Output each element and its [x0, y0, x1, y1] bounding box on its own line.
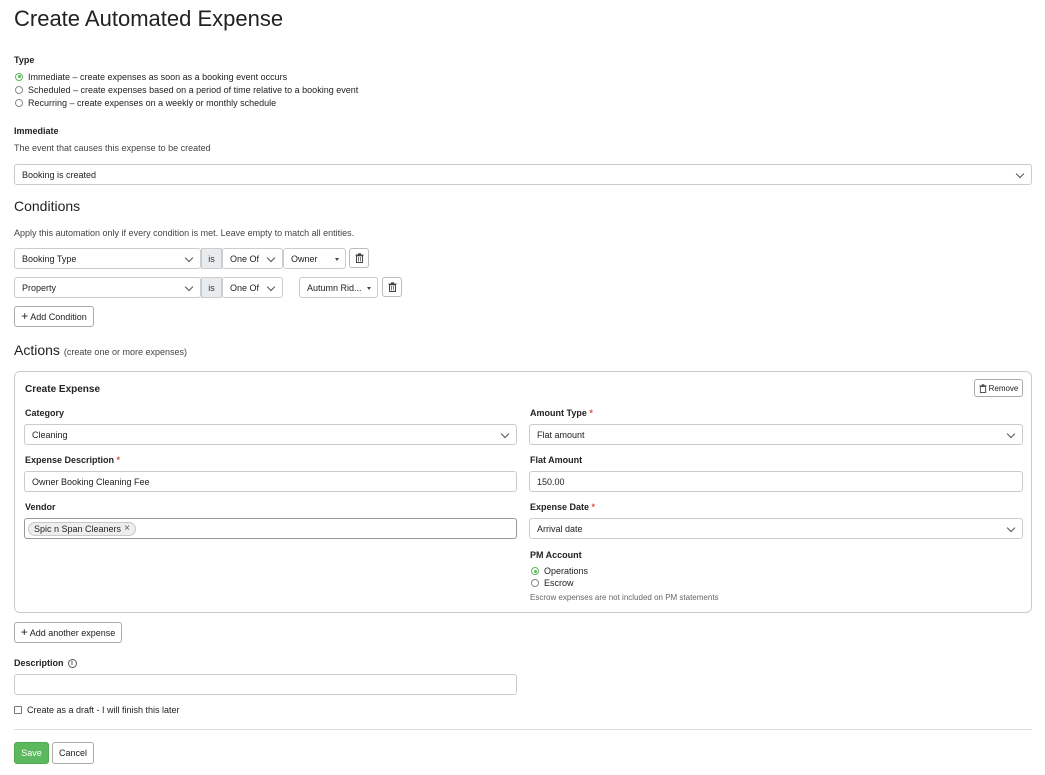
pm-account-radio-group: Operations Escrow: [531, 565, 588, 589]
condition-field-select[interactable]: Booking Type: [14, 248, 201, 269]
chevron-down-icon: [1006, 429, 1016, 439]
type-option-scheduled[interactable]: Scheduled – create expenses based on a p…: [15, 83, 358, 96]
add-condition-button[interactable]: + Add Condition: [14, 306, 94, 327]
chevron-down-icon: [184, 282, 194, 292]
radio-scheduled[interactable]: [15, 85, 23, 94]
delete-condition-button[interactable]: [349, 248, 369, 268]
type-option-recurring[interactable]: Recurring – create expenses on a weekly …: [15, 96, 358, 109]
page-title: Create Automated Expense: [14, 6, 284, 31]
condition-operator: is: [201, 248, 222, 269]
pm-account-option-escrow[interactable]: Escrow: [531, 577, 588, 589]
flat-amount-label: Flat Amount: [530, 455, 583, 465]
expense-date-label: Expense Date *: [530, 502, 596, 512]
remove-expense-button[interactable]: Remove: [974, 379, 1023, 397]
category-select[interactable]: Cleaning: [24, 424, 517, 445]
caret-down-icon: [335, 258, 339, 261]
type-radio-group: Immediate – create expenses as soon as a…: [15, 70, 358, 109]
expense-description-input[interactable]: Owner Booking Cleaning Fee: [24, 471, 517, 492]
chevron-down-icon: [266, 282, 276, 292]
type-option-immediate[interactable]: Immediate – create expenses as soon as a…: [15, 70, 358, 83]
category-label: Category: [25, 408, 65, 418]
condition-operator: is: [201, 277, 222, 298]
chevron-down-icon: [500, 429, 510, 439]
type-label: Type: [14, 55, 35, 65]
draft-checkbox[interactable]: [14, 706, 22, 714]
description-input[interactable]: [14, 674, 517, 695]
actions-title: Actions: [14, 342, 60, 358]
divider: [14, 729, 1032, 730]
conditions-title: Conditions: [14, 198, 81, 214]
radio-immediate[interactable]: [15, 72, 23, 81]
radio-escrow[interactable]: [531, 579, 539, 587]
actions-header: Actions (create one or more expenses): [14, 342, 187, 358]
amount-type-select[interactable]: Flat amount: [529, 424, 1023, 445]
chevron-down-icon: [266, 253, 276, 263]
radio-recurring[interactable]: [15, 98, 23, 107]
pm-account-label: PM Account: [530, 550, 582, 560]
plus-icon: +: [20, 625, 28, 639]
add-another-expense-button[interactable]: + Add another expense: [14, 622, 122, 643]
save-button[interactable]: Save: [14, 742, 49, 764]
caret-down-icon: [367, 287, 371, 290]
immediate-help: The event that causes this expense to be…: [14, 143, 211, 153]
condition-match-select[interactable]: One Of: [222, 248, 283, 269]
trash-icon: [388, 282, 396, 292]
vendor-tag-input[interactable]: Spic n Span Cleaners ×: [24, 518, 517, 539]
immediate-label: Immediate: [14, 126, 59, 136]
create-expense-card: Create Expense Remove Category Cleaning …: [14, 371, 1032, 613]
vendor-label: Vendor: [25, 502, 56, 512]
chevron-down-icon: [184, 253, 194, 263]
radio-operations[interactable]: [531, 567, 539, 575]
condition-value-select[interactable]: Autumn Rid...: [299, 277, 378, 298]
trash-icon: [979, 383, 987, 393]
amount-type-label: Amount Type *: [530, 408, 593, 418]
expense-description-label: Expense Description *: [25, 455, 121, 465]
chevron-down-icon: [1015, 169, 1025, 179]
conditions-help: Apply this automation only if every cond…: [14, 228, 355, 238]
draft-label: Create as a draft - I will finish this l…: [27, 705, 180, 715]
chevron-down-icon: [1006, 523, 1016, 533]
pm-account-help: Escrow expenses are not included on PM s…: [530, 593, 719, 602]
actions-subtitle: (create one or more expenses): [63, 347, 187, 357]
remove-tag-icon[interactable]: ×: [124, 523, 130, 534]
draft-checkbox-row[interactable]: Create as a draft - I will finish this l…: [14, 705, 180, 715]
condition-match-select[interactable]: One Of: [222, 277, 283, 298]
description-label-row: Description i: [14, 658, 77, 668]
condition-value-select[interactable]: Owner: [283, 248, 346, 269]
condition-field-select[interactable]: Property: [14, 277, 201, 298]
vendor-tag: Spic n Span Cleaners ×: [28, 521, 136, 536]
delete-condition-button[interactable]: [382, 277, 402, 297]
flat-amount-input[interactable]: 150.00: [529, 471, 1023, 492]
plus-icon: +: [21, 309, 29, 323]
card-title: Create Expense: [25, 384, 101, 395]
cancel-button[interactable]: Cancel: [52, 742, 94, 764]
info-icon[interactable]: i: [67, 658, 77, 668]
description-label: Description: [14, 658, 64, 668]
pm-account-option-operations[interactable]: Operations: [531, 565, 588, 577]
expense-date-select[interactable]: Arrival date: [529, 518, 1023, 539]
trash-icon: [355, 253, 363, 263]
event-select[interactable]: Booking is created: [14, 164, 1032, 185]
